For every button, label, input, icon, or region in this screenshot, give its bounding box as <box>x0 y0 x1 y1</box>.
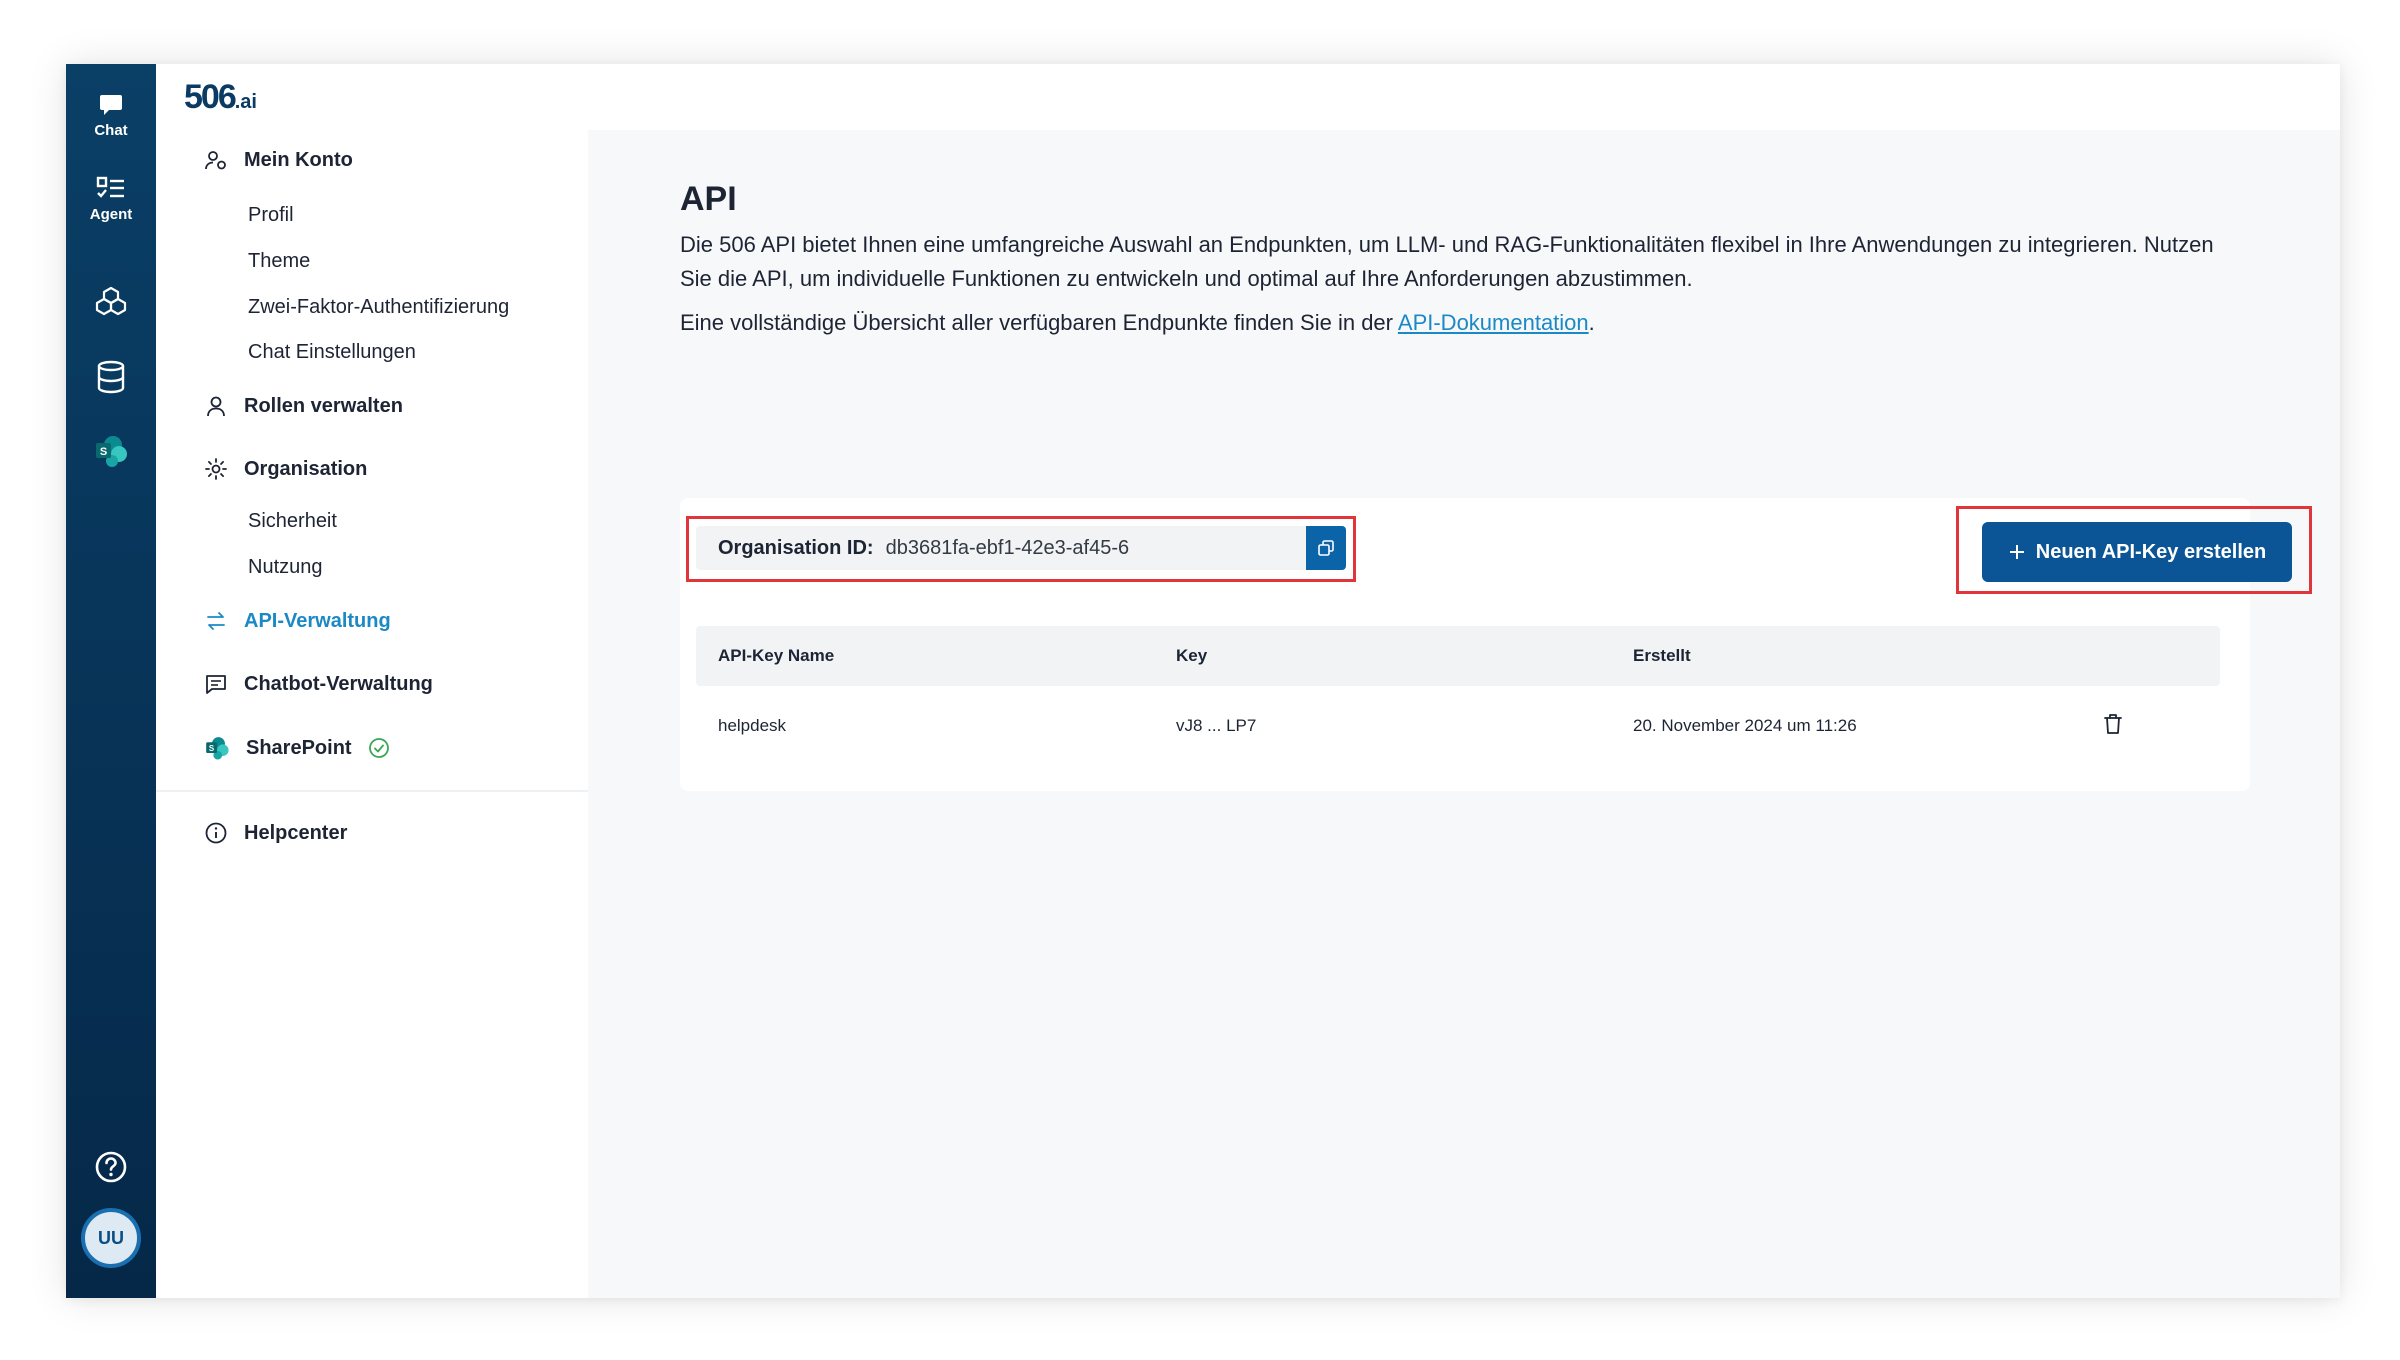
nav-mein-konto-label: Mein Konto <box>244 148 353 171</box>
row-key-value: vJ8 ... LP7 <box>1176 716 1257 735</box>
nav-sharepoint[interactable]: S SharePoint <box>204 735 390 761</box>
rail-chat[interactable]: Chat <box>66 92 156 139</box>
chat-bubble-icon <box>100 95 122 115</box>
arrows-exchange-icon <box>207 612 225 630</box>
row-key-name: helpdesk <box>718 716 787 735</box>
nav-theme[interactable]: Theme <box>248 250 310 273</box>
nav-rollen[interactable]: Rollen verwalten <box>204 394 403 418</box>
page-title: API <box>680 180 737 218</box>
sharepoint-logo-icon: S <box>96 436 127 467</box>
nav-profil[interactable]: Profil <box>248 204 294 227</box>
row-created: 20. November 2024 um 11:26 <box>1633 716 1857 735</box>
copy-org-id-button[interactable] <box>1306 526 1346 570</box>
sharepoint-logo-icon: S <box>206 737 229 760</box>
nav-2fa[interactable]: Zwei-Faktor-Authentifizierung <box>248 296 509 319</box>
api-description: Die 506 API bietet Ihnen eine umfangreic… <box>680 232 2214 291</box>
help-circle-icon <box>95 1151 127 1183</box>
org-id-label: Organisation ID: <box>718 536 874 559</box>
new-api-key-label: Neuen API-Key erstellen <box>2035 540 2267 563</box>
user-avatar[interactable]: UU <box>81 1208 141 1268</box>
user-gear-icon <box>205 151 226 170</box>
table-row: helpdesk vJ8 ... LP7 20. November 2024 u… <box>696 686 2220 768</box>
cubes-icon <box>95 286 127 316</box>
plus-icon <box>2009 545 2024 559</box>
api-keys-table-header: API-Key Name Key Erstellt <box>696 626 2220 686</box>
nav-helpcenter[interactable]: Helpcenter <box>204 821 347 845</box>
info-circle-icon <box>205 822 227 844</box>
database-icon <box>97 360 125 394</box>
nav-sicherheit[interactable]: Sicherheit <box>248 510 337 533</box>
nav-helpcenter-label: Helpcenter <box>244 821 348 844</box>
col-header-created: Erstellt <box>1633 646 1691 665</box>
nav-chatbot-verwaltung[interactable]: Chatbot-Verwaltung <box>204 672 433 696</box>
api-docs-line: Eine vollständige Übersicht aller verfüg… <box>680 310 1595 336</box>
api-docs-link[interactable]: API-Dokumentation <box>1398 310 1589 335</box>
trash-icon[interactable] <box>2102 712 2124 736</box>
rail-help[interactable] <box>66 1150 156 1184</box>
brand-logo[interactable]: 506.ai <box>184 78 257 117</box>
col-header-key: Key <box>1176 646 1208 665</box>
main-content: API Die 506 API bietet Ihnen eine umfang… <box>588 130 2340 1298</box>
sidebar-divider <box>156 790 588 792</box>
icon-rail: Chat Agent S UU <box>66 64 156 1298</box>
rail-agent-label: Agent <box>89 206 133 223</box>
org-id-field[interactable]: Organisation ID: db3681fa-ebf1-42e3-af45… <box>696 526 1346 570</box>
copy-icon <box>1318 540 1334 556</box>
message-square-icon <box>206 675 226 694</box>
nav-sharepoint-label: SharePoint <box>246 736 352 759</box>
checklist-icon <box>96 176 124 198</box>
gear-icon <box>205 458 227 480</box>
org-id-value[interactable]: db3681fa-ebf1-42e3-af45-6 <box>886 537 1130 560</box>
user-icon <box>207 396 225 417</box>
rail-sharepoint[interactable]: S <box>66 434 156 468</box>
nav-api-verwaltung-label: API-Verwaltung <box>244 609 391 632</box>
docs-end: . <box>1588 310 1595 335</box>
rail-models[interactable] <box>66 286 156 318</box>
rail-chat-label: Chat <box>94 122 128 139</box>
svg-text:S: S <box>100 446 107 458</box>
new-api-key-button[interactable]: Neuen API-Key erstellen <box>1982 522 2292 582</box>
logo-suffix: .ai <box>234 91 257 113</box>
rail-database[interactable] <box>66 360 156 394</box>
nav-rollen-label: Rollen verwalten <box>244 394 403 417</box>
nav-chatbot-label: Chatbot-Verwaltung <box>244 672 433 695</box>
nav-api-verwaltung[interactable]: API-Verwaltung <box>204 609 391 633</box>
nav-nutzung[interactable]: Nutzung <box>248 556 323 579</box>
nav-organisation-label: Organisation <box>244 457 368 480</box>
docs-text: Eine vollständige Übersicht aller verfüg… <box>680 310 1398 335</box>
nav-mein-konto[interactable]: Mein Konto <box>204 148 353 172</box>
logo-main: 506 <box>184 78 237 116</box>
settings-sidebar: 506.ai Mein Konto Profil Theme Zwei-Fakt… <box>156 64 588 1298</box>
app-window: Chat Agent S UU 506.ai Mein Konto Profil… <box>66 64 2340 1298</box>
rail-agent[interactable]: Agent <box>66 176 156 223</box>
nav-chat-einstellungen[interactable]: Chat Einstellungen <box>248 341 416 364</box>
svg-text:S: S <box>209 744 214 753</box>
check-circle-icon <box>368 738 389 758</box>
col-header-name: API-Key Name <box>718 646 835 665</box>
nav-organisation[interactable]: Organisation <box>204 457 367 481</box>
